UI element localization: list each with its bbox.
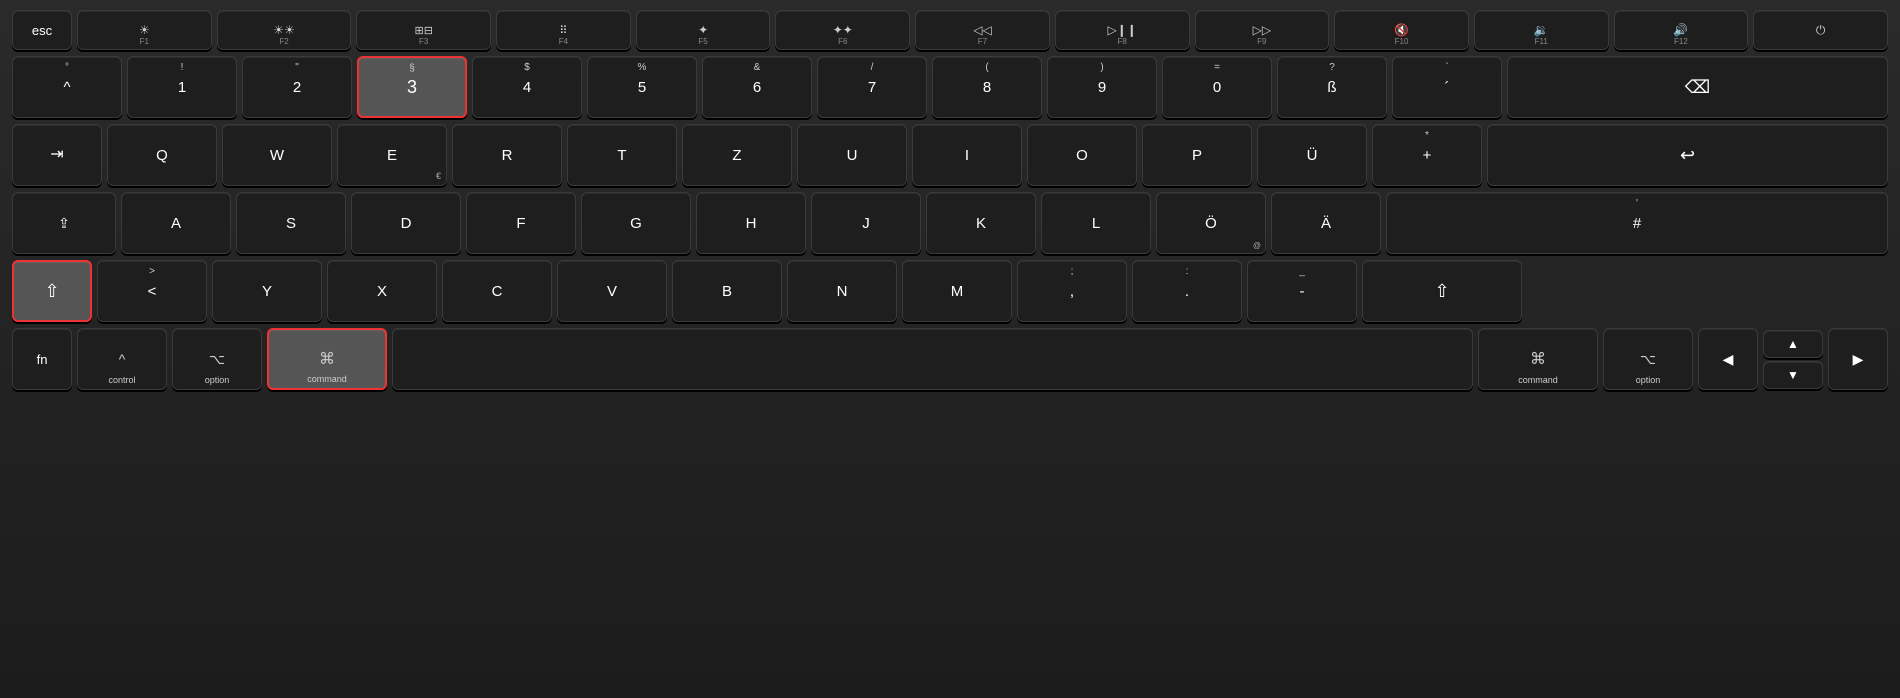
key-dot[interactable]: : . <box>1132 260 1242 322</box>
key-q[interactable]: Q <box>107 124 217 186</box>
key-hash[interactable]: ' # <box>1386 192 1888 254</box>
key-h[interactable]: H <box>696 192 806 254</box>
key-9[interactable]: ) 9 <box>1047 56 1157 118</box>
key-comma[interactable]: ; , <box>1017 260 1127 322</box>
key-option-right[interactable]: ⌥ option <box>1603 328 1693 390</box>
key-caret[interactable]: ° ^ <box>12 56 122 118</box>
key-option-left[interactable]: ⌥ option <box>172 328 262 390</box>
key-f5[interactable]: ✦ F5 <box>636 10 771 50</box>
key-0[interactable]: = 0 <box>1162 56 1272 118</box>
key-esc[interactable]: esc <box>12 10 72 50</box>
key-o[interactable]: O <box>1027 124 1137 186</box>
key-n[interactable]: N <box>787 260 897 322</box>
key-k[interactable]: K <box>926 192 1036 254</box>
key-u[interactable]: U <box>797 124 907 186</box>
key-oe[interactable]: Ö @ <box>1156 192 1266 254</box>
key-f[interactable]: F <box>466 192 576 254</box>
key-b[interactable]: B <box>672 260 782 322</box>
key-control[interactable]: ^ control <box>77 328 167 390</box>
key-f1[interactable]: ☀ F1 <box>77 10 212 50</box>
key-m[interactable]: M <box>902 260 1012 322</box>
key-f6[interactable]: ✦✦ F6 <box>775 10 910 50</box>
key-y[interactable]: Y <box>212 260 322 322</box>
key-acute[interactable]: ` ´ <box>1392 56 1502 118</box>
key-sz[interactable]: ? ß <box>1277 56 1387 118</box>
asdf-row: ⇪ A S D F G H J K L Ö @ <box>12 192 1888 254</box>
key-l[interactable]: L <box>1041 192 1151 254</box>
key-arrow-left[interactable]: ◀ <box>1698 328 1758 390</box>
fn-row: esc ☀ F1 ☀☀ F2 ⊞⊟ F3 ⠿ F4 ✦ F5 ✦✦ F6 ◁◁ … <box>12 10 1888 50</box>
key-f9[interactable]: ▷▷ F9 <box>1195 10 1330 50</box>
key-f3[interactable]: ⊞⊟ F3 <box>356 10 491 50</box>
key-ae[interactable]: Ä <box>1271 192 1381 254</box>
keyboard: esc ☀ F1 ☀☀ F2 ⊞⊟ F3 ⠿ F4 ✦ F5 ✦✦ F6 ◁◁ … <box>0 0 1900 698</box>
key-dash[interactable]: _ - <box>1247 260 1357 322</box>
key-f8[interactable]: ▷❙❙ F8 <box>1055 10 1190 50</box>
key-p[interactable]: P <box>1142 124 1252 186</box>
key-z[interactable]: Z <box>682 124 792 186</box>
key-iso[interactable]: > < <box>97 260 207 322</box>
key-tab[interactable]: ⇥ <box>12 124 102 186</box>
key-1[interactable]: ! 1 <box>127 56 237 118</box>
key-f12[interactable]: 🔊 F12 <box>1614 10 1749 50</box>
key-arrow-right[interactable]: ▶ <box>1828 328 1888 390</box>
key-s[interactable]: S <box>236 192 346 254</box>
key-f11[interactable]: 🔉 F11 <box>1474 10 1609 50</box>
key-i[interactable]: I <box>912 124 1022 186</box>
key-d[interactable]: D <box>351 192 461 254</box>
key-space[interactable] <box>392 328 1473 390</box>
key-7[interactable]: / 7 <box>817 56 927 118</box>
key-8[interactable]: ( 8 <box>932 56 1042 118</box>
key-x[interactable]: X <box>327 260 437 322</box>
num-row: ° ^ ! 1 " 2 § 3 $ 4 % 5 & 6 / 7 <box>12 56 1888 118</box>
key-fn[interactable]: fn <box>12 328 72 390</box>
key-v[interactable]: V <box>557 260 667 322</box>
key-6[interactable]: & 6 <box>702 56 812 118</box>
key-power[interactable]: ⏻ <box>1753 10 1888 50</box>
key-backspace[interactable]: ⌫ <box>1507 56 1888 118</box>
bottom-row: fn ^ control ⌥ option ⌘ command ⌘ comman… <box>12 328 1888 390</box>
arrow-up-down-group: ▲ ▼ <box>1763 330 1823 389</box>
key-3[interactable]: § 3 <box>357 56 467 118</box>
key-plus[interactable]: * + <box>1372 124 1482 186</box>
key-arrow-up[interactable]: ▲ <box>1763 330 1823 358</box>
key-j[interactable]: J <box>811 192 921 254</box>
key-f2[interactable]: ☀☀ F2 <box>217 10 352 50</box>
key-t[interactable]: T <box>567 124 677 186</box>
key-g[interactable]: G <box>581 192 691 254</box>
key-r[interactable]: R <box>452 124 562 186</box>
key-4[interactable]: $ 4 <box>472 56 582 118</box>
key-c[interactable]: C <box>442 260 552 322</box>
key-a[interactable]: A <box>121 192 231 254</box>
key-command-left[interactable]: ⌘ command <box>267 328 387 390</box>
key-w[interactable]: W <box>222 124 332 186</box>
key-caps[interactable]: ⇪ <box>12 192 116 254</box>
key-f10[interactable]: 🔇 F10 <box>1334 10 1469 50</box>
key-shift-right[interactable]: ⇧ <box>1362 260 1522 322</box>
key-5[interactable]: % 5 <box>587 56 697 118</box>
key-shift-left[interactable]: ⇧ <box>12 260 92 322</box>
zxcv-row: ⇧ > < Y X C V B N M ; , : <box>12 260 1888 322</box>
key-arrow-down[interactable]: ▼ <box>1763 361 1823 389</box>
key-2[interactable]: " 2 <box>242 56 352 118</box>
key-e[interactable]: E € <box>337 124 447 186</box>
qwerty-row: ⇥ Q W E € R T Z U I O P <box>12 124 1888 186</box>
key-f4[interactable]: ⠿ F4 <box>496 10 631 50</box>
key-ue[interactable]: Ü <box>1257 124 1367 186</box>
key-command-right[interactable]: ⌘ command <box>1478 328 1598 390</box>
key-f7[interactable]: ◁◁ F7 <box>915 10 1050 50</box>
key-return[interactable]: ↩ <box>1487 124 1888 186</box>
